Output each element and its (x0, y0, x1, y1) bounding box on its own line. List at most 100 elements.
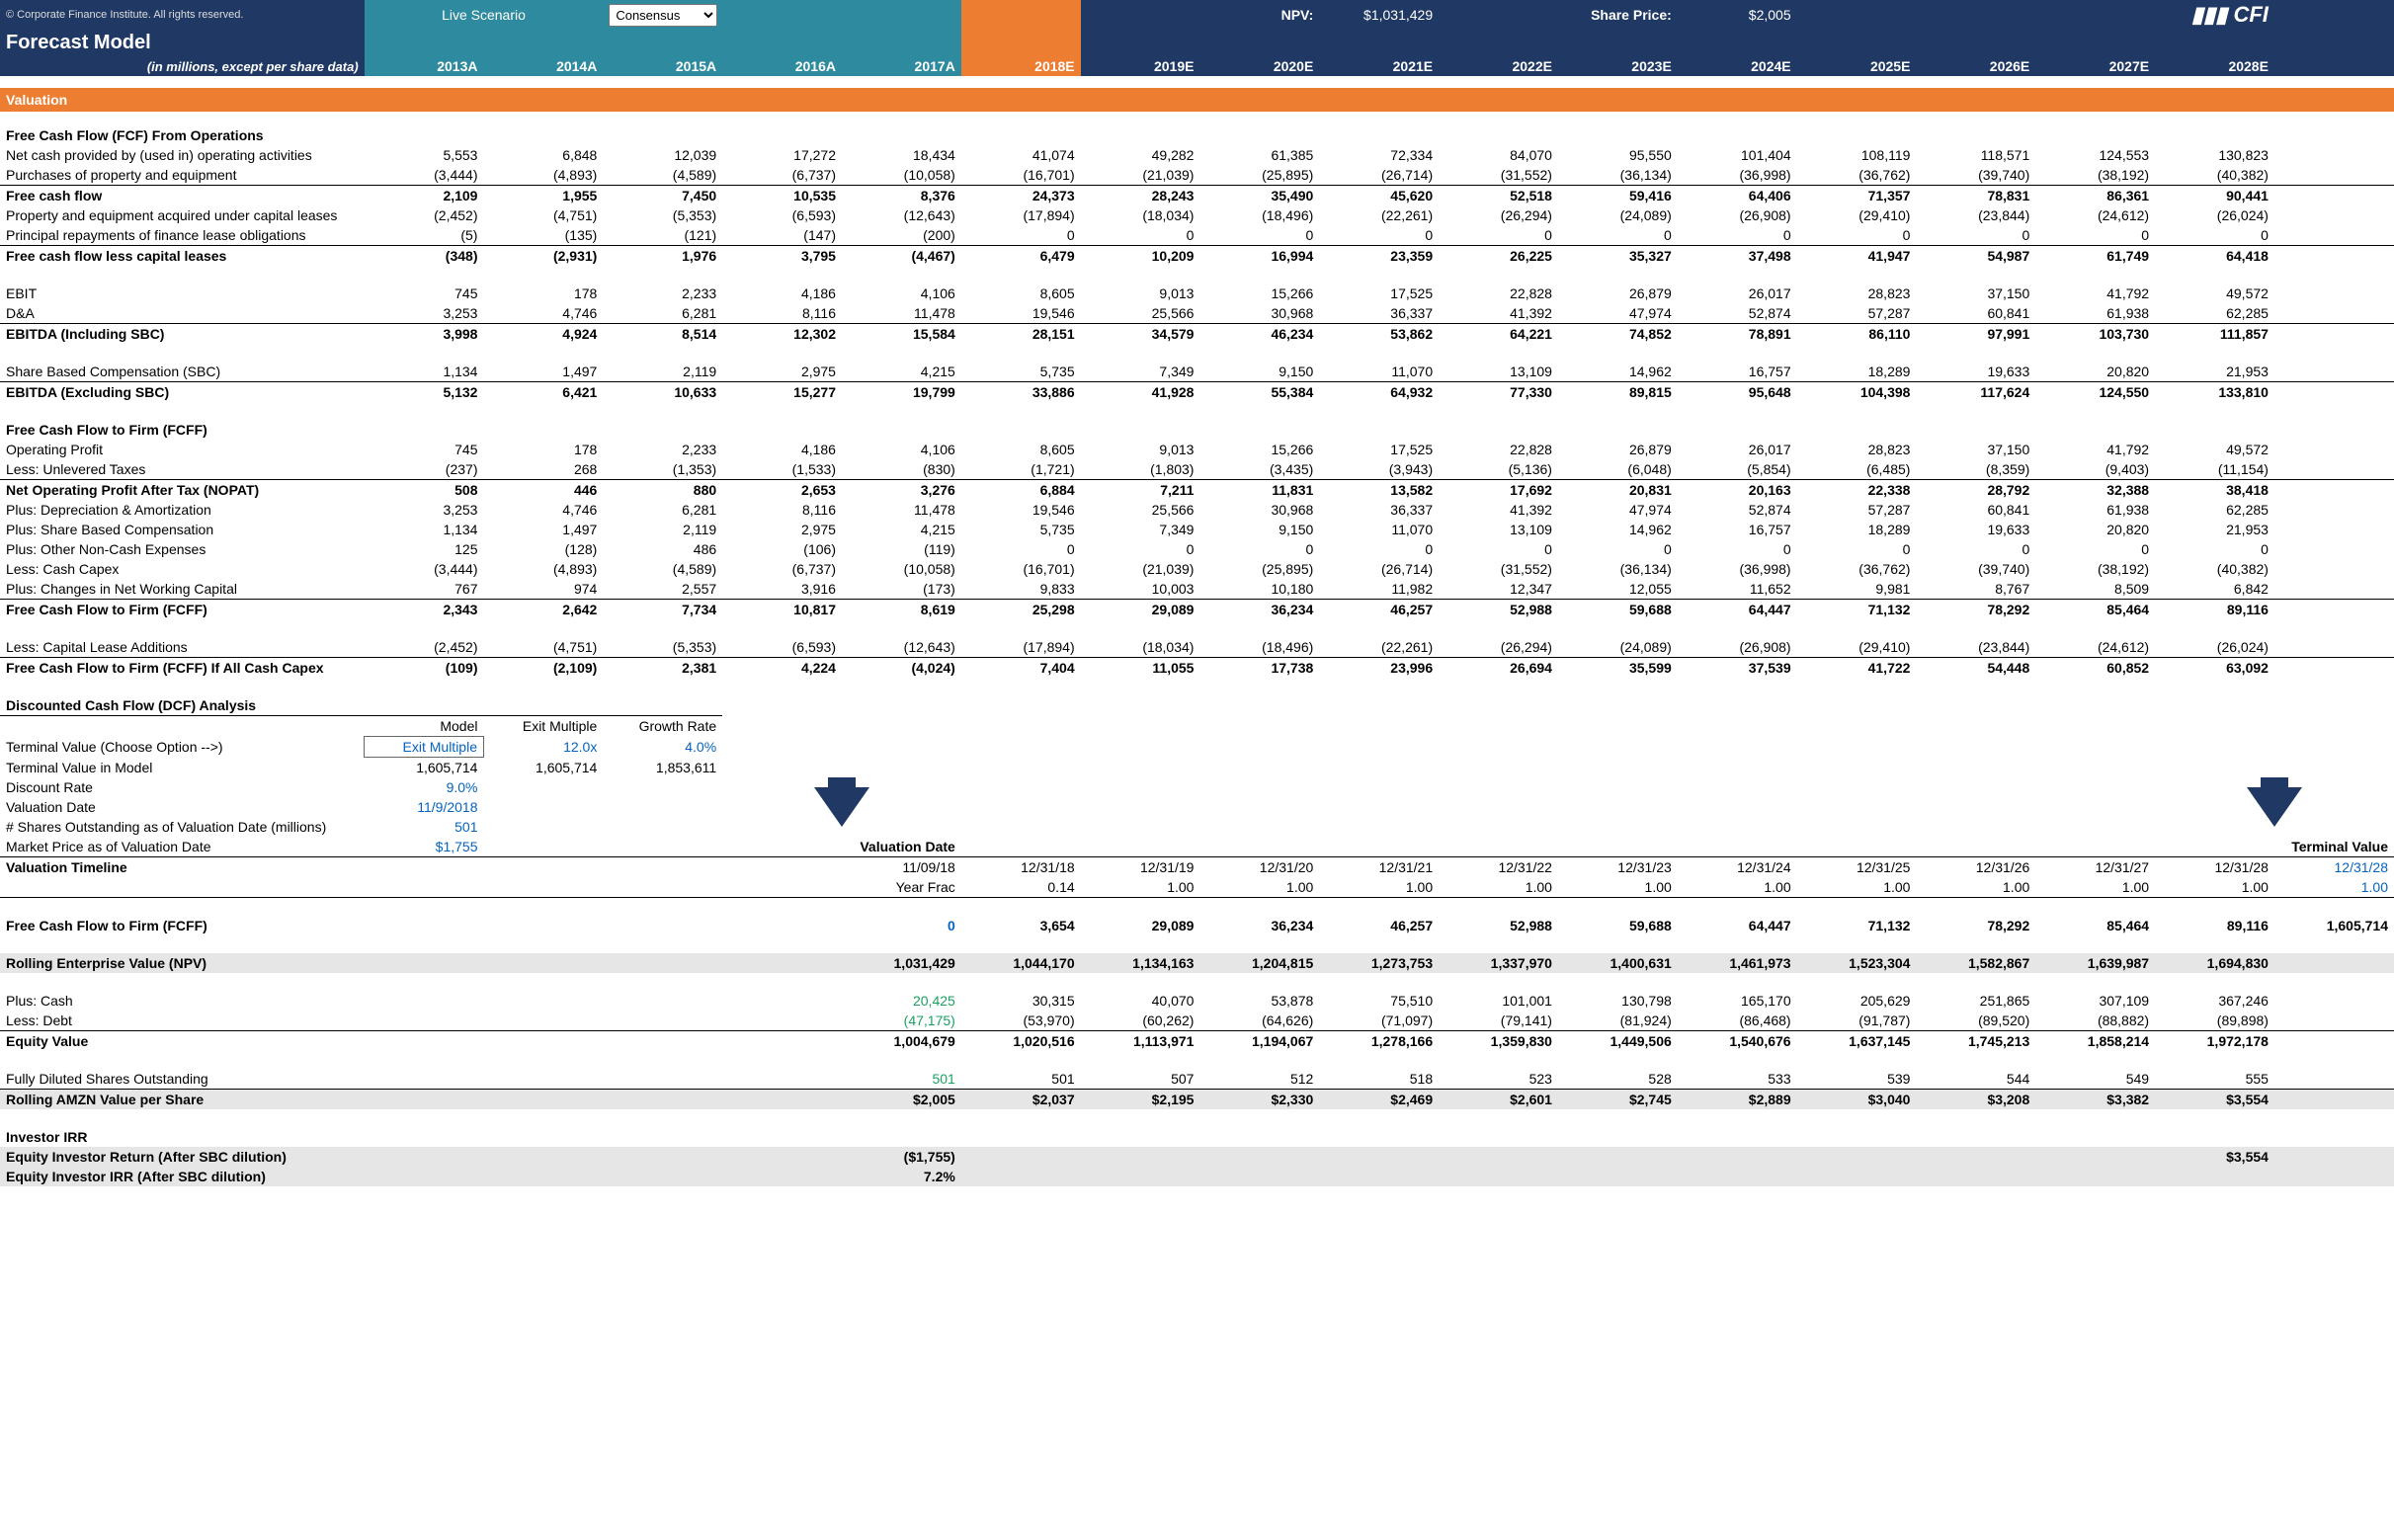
valuation-date-header: Valuation Date (722, 837, 961, 857)
discount-rate-label: Discount Rate (0, 777, 365, 797)
cell: (8,359) (1916, 459, 2035, 480)
tv-option-cell[interactable]: Exit Multiple (365, 737, 484, 758)
cell: (40,382) (2155, 559, 2274, 579)
cell: 1,497 (483, 362, 603, 382)
cell: (18,034) (1081, 205, 1200, 225)
cell: (3,444) (365, 559, 484, 579)
equity-return-last: $3,554 (2155, 1147, 2274, 1167)
cell: 49,572 (2155, 284, 2274, 303)
cell: 60,841 (1916, 500, 2035, 520)
cell: 3,253 (365, 500, 484, 520)
cell: (18,496) (1199, 637, 1319, 658)
cell: 5,132 (365, 382, 484, 403)
cell: 62,285 (2155, 500, 2274, 520)
row-label: Net Operating Profit After Tax (NOPAT) (0, 480, 365, 501)
cell: 4,224 (722, 658, 842, 679)
cell: 111,857 (2155, 324, 2274, 345)
cell: 2,119 (603, 520, 722, 539)
cell: 2,653 (722, 480, 842, 501)
cell: 29,089 (1081, 600, 1200, 620)
fcff-title: Free Cash Flow to Firm (FCFF) (0, 420, 365, 440)
row-label: Free cash flow (0, 186, 365, 206)
scenario-dropdown[interactable]: Consensus (609, 4, 717, 27)
cell: 23,996 (1319, 658, 1439, 679)
shares-out-label: # Shares Outstanding as of Valuation Dat… (0, 817, 365, 837)
cell: 28,823 (1797, 284, 1917, 303)
cell: (135) (483, 225, 603, 246)
cell: 10,535 (722, 186, 842, 206)
cell: 6,842 (2155, 579, 2274, 600)
row-label: Less: Capital Lease Additions (0, 637, 365, 658)
cell: (6,593) (722, 205, 842, 225)
cell: 14,962 (1558, 520, 1678, 539)
year-header: 2023E (1558, 56, 1678, 76)
row-label: Operating Profit (0, 440, 365, 459)
cell: (119) (842, 539, 961, 559)
cell: 17,692 (1439, 480, 1558, 501)
cell: 28,823 (1797, 440, 1917, 459)
cell: 84,070 (1439, 145, 1558, 165)
cell: (16,701) (961, 165, 1081, 186)
rolling-value-label: Rolling AMZN Value per Share (0, 1090, 365, 1110)
cell: 52,988 (1439, 600, 1558, 620)
cell: 17,738 (1199, 658, 1319, 679)
cell: (40,382) (2155, 165, 2274, 186)
dcf-title: Discounted Cash Flow (DCF) Analysis (0, 695, 365, 716)
cell: 38,418 (2155, 480, 2274, 501)
cell: (31,552) (1439, 165, 1558, 186)
cell: 20,820 (2035, 520, 2155, 539)
cell: 130,823 (2155, 145, 2274, 165)
equity-return-label: Equity Investor Return (After SBC diluti… (0, 1147, 365, 1167)
cell: (9,403) (2035, 459, 2155, 480)
cell: (38,192) (2035, 165, 2155, 186)
cell: 0 (1797, 225, 1917, 246)
dcf-col-header: Growth Rate (603, 716, 722, 737)
cell: (12,643) (842, 205, 961, 225)
cell: 22,828 (1439, 440, 1558, 459)
fd-shares-label: Fully Diluted Shares Outstanding (0, 1069, 365, 1090)
cell: 15,266 (1199, 284, 1319, 303)
equity-return-first: ($1,755) (842, 1147, 961, 1167)
year-header: 2020E (1199, 56, 1319, 76)
cell: 12,039 (603, 145, 722, 165)
cell: (24,089) (1558, 637, 1678, 658)
cell: 89,815 (1558, 382, 1678, 403)
fcff-timeline-label: Free Cash Flow to Firm (FCFF) (0, 916, 365, 935)
cell: 95,648 (1678, 382, 1797, 403)
cell: (1,721) (961, 459, 1081, 480)
cell: (147) (722, 225, 842, 246)
cell: 8,514 (603, 324, 722, 345)
cell: 9,150 (1199, 362, 1319, 382)
cell: 2,233 (603, 440, 722, 459)
row-label: Plus: Changes in Net Working Capital (0, 579, 365, 600)
cell: (5,353) (603, 637, 722, 658)
cell: 49,282 (1081, 145, 1200, 165)
cell: 25,566 (1081, 303, 1200, 324)
cell: 2,381 (603, 658, 722, 679)
row-label: EBIT (0, 284, 365, 303)
cell: (38,192) (2035, 559, 2155, 579)
cell: 61,385 (1199, 145, 1319, 165)
valuation-timeline-title: Valuation Timeline (0, 857, 365, 878)
cell: 41,792 (2035, 284, 2155, 303)
cell: 78,292 (1916, 600, 2035, 620)
cell: (39,740) (1916, 559, 2035, 579)
cell: 0 (961, 225, 1081, 246)
exit-multiple-value: 12.0x (483, 737, 603, 758)
cell: 2,343 (365, 600, 484, 620)
cell: 60,841 (1916, 303, 2035, 324)
cell: 74,852 (1558, 324, 1678, 345)
row-label: Less: Unlevered Taxes (0, 459, 365, 480)
cell: 8,116 (722, 303, 842, 324)
cell: 9,833 (961, 579, 1081, 600)
cell: (2,931) (483, 246, 603, 267)
cell: (25,895) (1199, 165, 1319, 186)
cell: 0 (1797, 539, 1917, 559)
cell: 41,792 (2035, 440, 2155, 459)
cell: 5,553 (365, 145, 484, 165)
cell: (29,410) (1797, 205, 1917, 225)
cell: 12,347 (1439, 579, 1558, 600)
cell: 22,828 (1439, 284, 1558, 303)
cell: (36,998) (1678, 165, 1797, 186)
row-label: EBITDA (Including SBC) (0, 324, 365, 345)
